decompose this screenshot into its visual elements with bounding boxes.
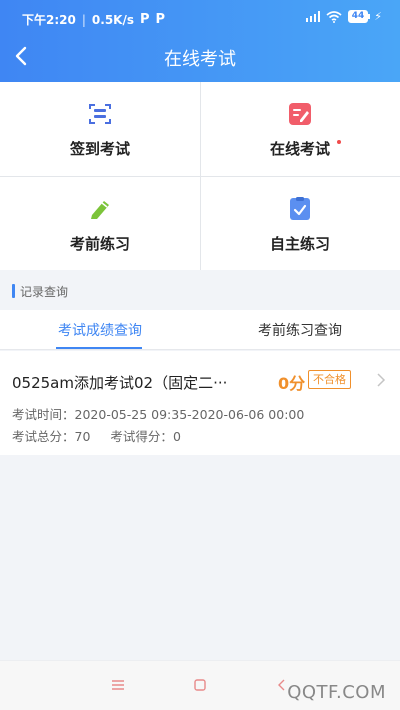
menu-item-label: 在线考试: [269, 140, 330, 158]
pencil-icon: [91, 201, 109, 219]
home-icon[interactable]: [190, 675, 210, 695]
watermark-text: QQTF.COM: [287, 682, 386, 703]
exam-name: 0525am添加考试02（固定二···: [12, 374, 228, 392]
result-badge: 不合格: [308, 370, 351, 389]
obtained-score-label: 考试得分：: [110, 429, 173, 444]
menu-item-label: 签到考试: [69, 140, 130, 158]
section-title-label: 记录查询: [20, 284, 69, 299]
menu-item-online-exam[interactable]: 在线考试: [200, 82, 400, 176]
active-tab-indicator: [56, 347, 142, 349]
status-time: 下午2:20: [22, 13, 76, 27]
exam-edit-icon: [289, 103, 311, 125]
status-divider: |: [81, 12, 86, 27]
notification-dot: [337, 140, 341, 144]
tab-practice-query[interactable]: 考前练习查询: [200, 310, 400, 350]
section-accent-bar: [12, 284, 15, 298]
app-notification-icon: P: [140, 12, 150, 27]
battery-icon: 44: [347, 10, 370, 23]
menu-grid: 签到考试 在线考试 考前练习 自主练习: [0, 82, 400, 270]
record-tabs: 考试成绩查询 考前练习查询: [0, 310, 400, 350]
chevron-right-icon: [377, 373, 386, 387]
menu-item-self-practice[interactable]: 自主练习: [200, 177, 400, 271]
menu-item-label: 考前练习: [69, 235, 130, 253]
scan-icon: [89, 104, 111, 124]
exam-score-row: 考试总分：70 考试得分：0: [12, 426, 181, 445]
checklist-icon: [290, 197, 310, 220]
charging-icon: ⚡: [374, 10, 382, 23]
exam-score: 0分: [278, 374, 306, 393]
obtained-score-value: 0: [172, 429, 181, 444]
exam-time-row: 考试时间：2020-05-25 09:35-2020-06-06 00:00: [12, 404, 304, 423]
app-notification-icon: P: [155, 12, 166, 27]
exam-record-card[interactable]: 0525am添加考试02（固定二··· 0分 不合格 考试时间：2020-05-…: [0, 351, 400, 455]
section-title: 记录查询: [12, 283, 68, 299]
tab-exam-score-query[interactable]: 考试成绩查询: [0, 310, 200, 350]
wifi-icon: [326, 10, 342, 23]
total-score-value: 70: [74, 429, 91, 444]
status-right: 44 ⚡: [305, 10, 382, 23]
status-left: 下午2:20 | 0.5K/s P P: [22, 11, 165, 28]
exam-time-label: 考试时间：: [12, 407, 75, 422]
menu-item-pre-exam-practice[interactable]: 考前练习: [0, 177, 200, 271]
grid-divider-horizontal: [0, 176, 400, 177]
exam-time-value: 2020-05-25 09:35-2020-06-06 00:00: [74, 407, 305, 422]
total-score-label: 考试总分：: [12, 429, 75, 444]
menu-icon[interactable]: [108, 675, 128, 695]
menu-item-checkin-exam[interactable]: 签到考试: [0, 82, 200, 176]
network-speed: 0.5K/s: [91, 12, 134, 27]
signal-icon: [305, 11, 320, 22]
app-header: 下午2:20 | 0.5K/s P P 44 ⚡ 在线考试: [0, 0, 400, 82]
status-bar: 下午2:20 | 0.5K/s P P 44 ⚡: [0, 0, 400, 36]
page-title: 在线考试: [164, 49, 236, 70]
menu-item-label: 自主练习: [269, 235, 330, 253]
